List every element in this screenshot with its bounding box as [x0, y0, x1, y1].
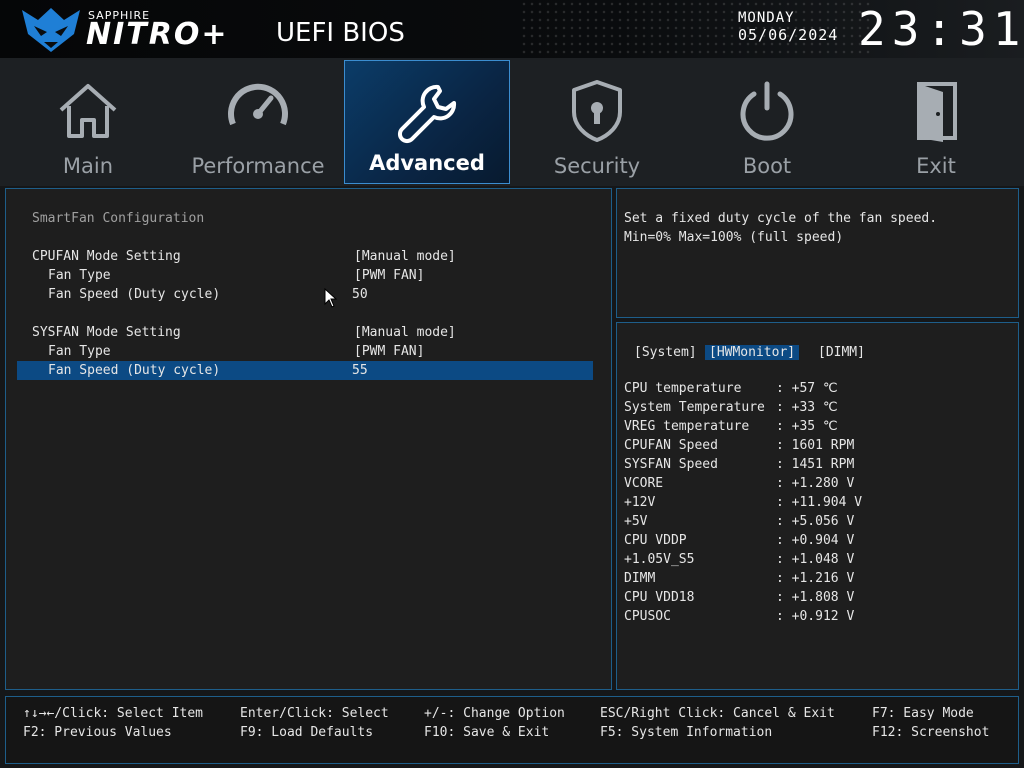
hw-reading-label: +1.05V_S5: [624, 552, 695, 567]
cpufan-mode-value[interactable]: [Manual mode]: [354, 249, 456, 264]
sysfan-mode-value[interactable]: [Manual mode]: [354, 325, 456, 340]
hint-enter-select: Enter/Click: Select: [240, 706, 389, 721]
hardware-monitor-panel: [System] [HWMonitor] [DIMM] CPU temperat…: [616, 322, 1019, 690]
hw-reading-label: System Temperature: [624, 400, 765, 415]
hint-screenshot: F12: Screenshot: [872, 725, 990, 740]
tab-main-label: Main: [62, 154, 114, 178]
mouse-cursor-icon: [324, 288, 338, 308]
hint-select-item: ↑↓→←/Click: Select Item: [23, 706, 204, 721]
sysfan-speed-label[interactable]: Fan Speed (Duty cycle): [48, 363, 220, 378]
hw-tab-system[interactable]: [System]: [634, 345, 697, 360]
hint-system-info: F5: System Information: [600, 725, 773, 740]
hw-reading-label: CPUFAN Speed: [624, 438, 718, 453]
hw-reading-value: : +1.048 V: [776, 552, 855, 567]
hw-reading-label: CPU VDDP: [624, 533, 687, 548]
hint-change-option: +/-: Change Option: [424, 706, 565, 721]
tab-main[interactable]: Main: [3, 58, 173, 186]
tab-exit[interactable]: Exit: [851, 58, 1021, 186]
tab-advanced-label: Advanced: [369, 151, 485, 175]
clock-display: 23:31: [858, 2, 1024, 56]
sysfan-speed-value[interactable]: 55: [352, 363, 368, 378]
hw-reading-value: : +1.216 V: [776, 571, 855, 586]
cpufan-speed-label[interactable]: Fan Speed (Duty cycle): [48, 287, 220, 302]
hint-cancel-exit: ESC/Right Click: Cancel & Exit: [600, 706, 835, 721]
cpufan-type-value[interactable]: [PWM FAN]: [354, 268, 424, 283]
tab-bar: Main Performance Advanced Security Boot: [0, 58, 1024, 186]
tab-security-label: Security: [553, 154, 641, 178]
tab-advanced[interactable]: Advanced: [344, 60, 510, 184]
sapphire-logo-icon: [22, 8, 80, 52]
hint-previous-values: F2: Previous Values: [23, 725, 172, 740]
hw-reading-value: : +35 ℃: [776, 419, 838, 434]
hw-reading-value: : +5.056 V: [776, 514, 855, 529]
date-display: 05/06/2024: [738, 26, 839, 44]
hint-load-defaults: F9: Load Defaults: [240, 725, 374, 740]
tab-performance[interactable]: Performance: [173, 58, 343, 186]
home-icon: [59, 84, 117, 138]
header-bar: SAPPHIRE NITRO+ UEFI BIOS MONDAY 05/06/2…: [0, 0, 1024, 58]
hw-reading-value: : +11.904 V: [776, 495, 863, 510]
tab-boot[interactable]: Boot: [682, 58, 852, 186]
hw-reading-value: : +33 ℃: [776, 400, 838, 415]
tab-performance-label: Performance: [191, 154, 325, 178]
hint-save-exit: F10: Save & Exit: [424, 725, 550, 740]
page-title: UEFI BIOS: [276, 18, 405, 48]
hw-reading-value: : +1.808 V: [776, 590, 855, 605]
section-title: SmartFan Configuration: [32, 211, 205, 226]
hw-reading-label: VCORE: [624, 476, 664, 491]
hw-reading-label: CPUSOC: [624, 609, 671, 624]
hw-tab-dimm[interactable]: [DIMM]: [818, 345, 865, 360]
hint-easy-mode: F7: Easy Mode: [872, 706, 974, 721]
hw-tab-hwmonitor[interactable]: [HWMonitor]: [705, 345, 800, 360]
hw-reading-value: : +0.904 V: [776, 533, 855, 548]
hw-reading-value: : +1.280 V: [776, 476, 855, 491]
footer-hints: ↑↓→←/Click: Select Item F2: Previous Val…: [5, 696, 1019, 764]
cpufan-mode-label[interactable]: CPUFAN Mode Setting: [32, 249, 181, 264]
wrench-icon: [397, 84, 457, 144]
sysfan-type-value[interactable]: [PWM FAN]: [354, 344, 424, 359]
day-of-week: MONDAY: [738, 10, 795, 26]
hw-reading-label: CPU VDD18: [624, 590, 695, 605]
hw-reading-value: : 1601 RPM: [776, 438, 855, 453]
settings-panel: SmartFan Configuration CPUFAN Mode Setti…: [5, 188, 612, 690]
brand-name: NITRO+: [86, 17, 229, 52]
cpufan-speed-value[interactable]: 50: [352, 287, 368, 302]
tab-boot-label: Boot: [742, 154, 792, 178]
hw-reading-label: SYSFAN Speed: [624, 457, 718, 472]
cpufan-type-label[interactable]: Fan Type: [48, 268, 111, 283]
help-line-2: Min=0% Max=100% (full speed): [624, 230, 844, 245]
hw-reading-value: : +0.912 V: [776, 609, 855, 624]
hw-reading-value: : 1451 RPM: [776, 457, 855, 472]
help-line-1: Set a fixed duty cycle of the fan speed.: [624, 211, 938, 226]
sysfan-mode-label[interactable]: SYSFAN Mode Setting: [32, 325, 181, 340]
tab-security[interactable]: Security: [512, 58, 682, 186]
hw-reading-label: DIMM: [624, 571, 656, 586]
speedometer-icon: [228, 83, 288, 126]
help-panel: Set a fixed duty cycle of the fan speed.…: [616, 188, 1019, 318]
hw-reading-label: CPU temperature: [624, 381, 742, 396]
hw-reading-label: +12V: [624, 495, 656, 510]
sysfan-type-label[interactable]: Fan Type: [48, 344, 111, 359]
door-exit-icon: [917, 82, 957, 142]
power-icon: [740, 81, 794, 141]
hw-reading-value: : +57 ℃: [776, 381, 838, 396]
hw-reading-label: +5V: [624, 514, 648, 529]
shield-lock-icon: [572, 80, 622, 142]
hw-reading-label: VREG temperature: [624, 419, 750, 434]
tab-exit-label: Exit: [916, 154, 956, 178]
